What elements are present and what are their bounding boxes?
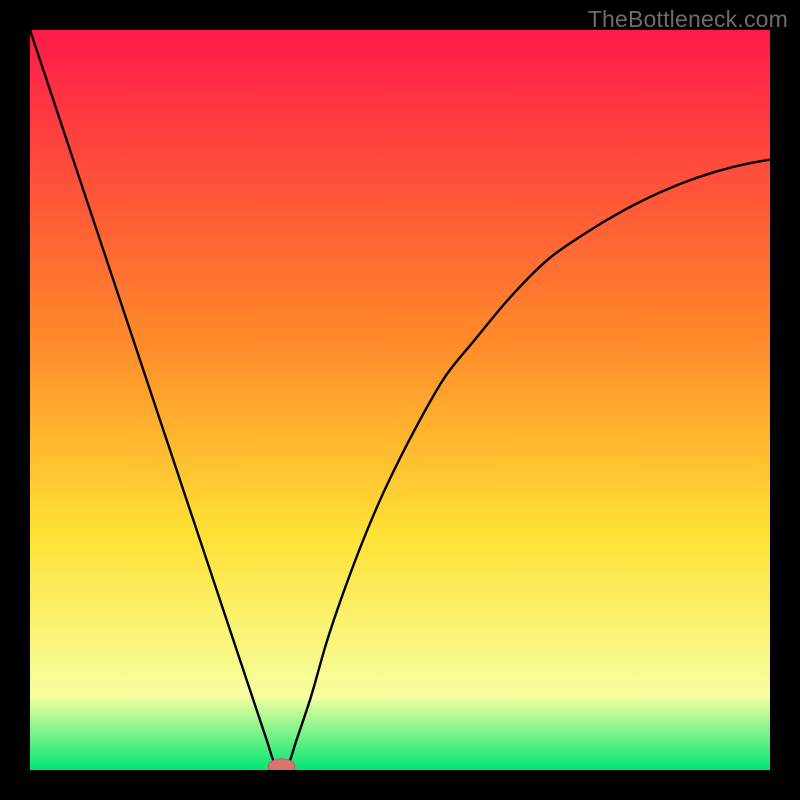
plot-area: [30, 30, 770, 770]
chart-svg: [30, 30, 770, 770]
watermark-text: TheBottleneck.com: [588, 6, 788, 33]
gradient-background: [30, 30, 770, 770]
optimal-marker: [268, 759, 295, 770]
chart-frame: TheBottleneck.com: [0, 0, 800, 800]
